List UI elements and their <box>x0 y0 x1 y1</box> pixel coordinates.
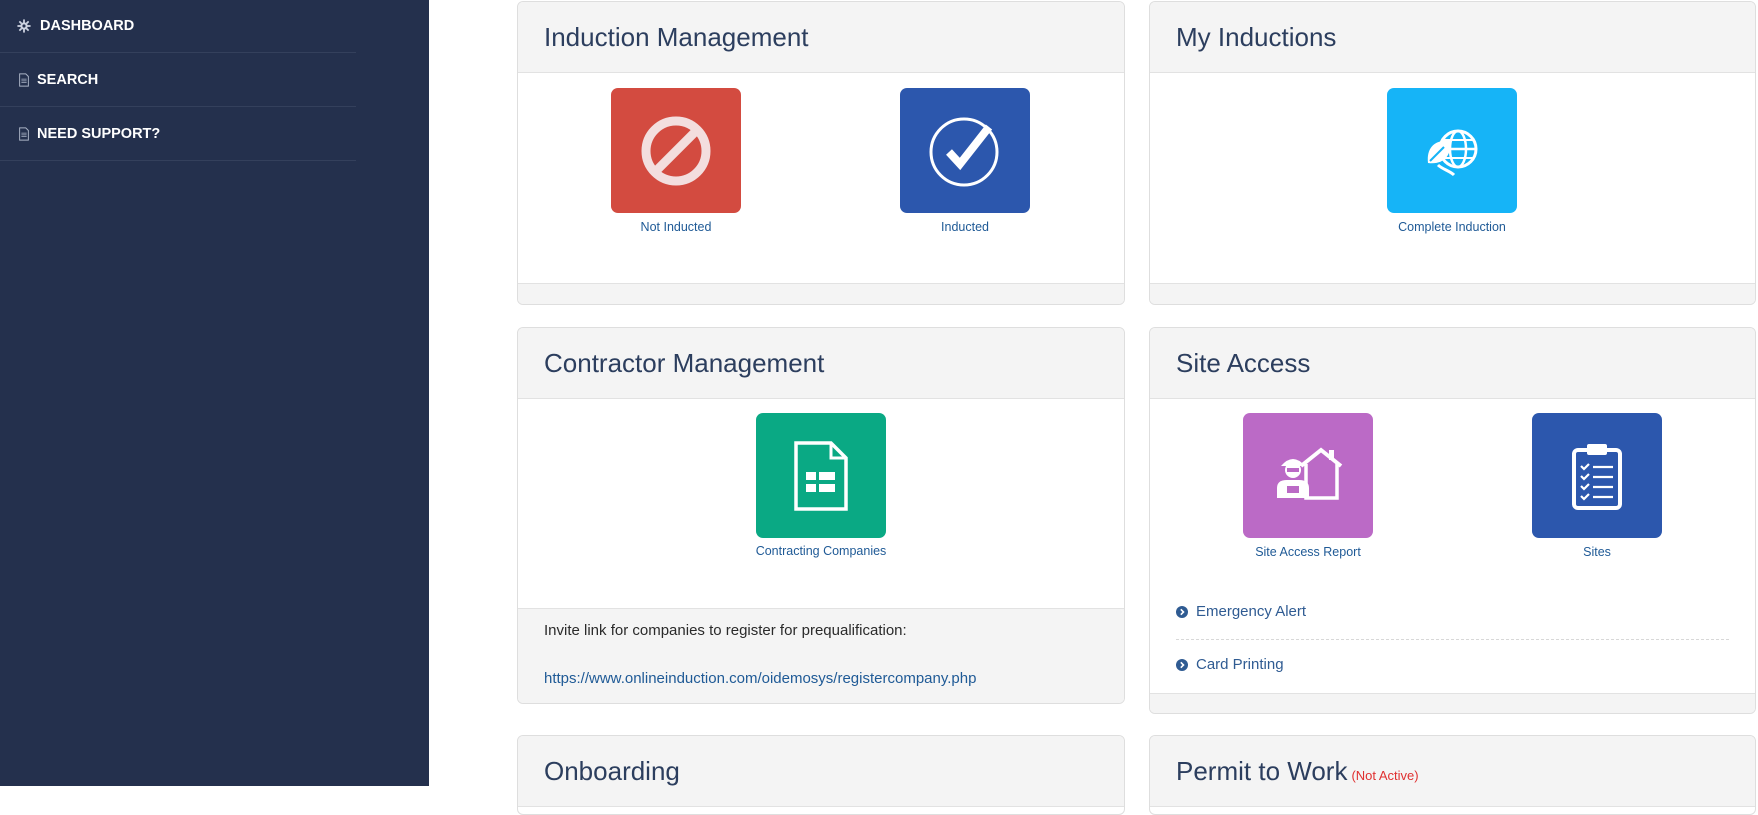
form-document-icon <box>791 440 851 512</box>
my-inductions-panel: My Inductions Complete Induction <box>1149 1 1756 305</box>
panel-header: Contractor Management <box>518 328 1124 399</box>
panel-footer: Invite link for companies to register fo… <box>518 608 1124 703</box>
clipboard-checklist-icon <box>1570 442 1624 510</box>
induction-management-panel: Induction Management Not Inducted Induct… <box>517 1 1125 305</box>
panel-footer <box>1150 283 1755 304</box>
check-circle-icon <box>928 114 1002 188</box>
chevron-right-circle-icon <box>1176 605 1188 618</box>
panel-title: Permit to Work (Not Active) <box>1176 756 1419 787</box>
card-printing-label: Card Printing <box>1196 656 1284 673</box>
divider <box>1176 639 1729 640</box>
sidebar-item-label: DASHBOARD <box>40 18 135 34</box>
panel-title: My Inductions <box>1176 22 1337 52</box>
document-icon <box>17 127 31 141</box>
not-inducted-label[interactable]: Not Inducted <box>641 220 712 234</box>
sidebar-item-label: NEED SUPPORT? <box>37 126 161 142</box>
panel-title: Site Access <box>1176 348 1311 378</box>
site-access-report-tile[interactable] <box>1243 413 1373 538</box>
contractor-management-panel: Contractor Management Contracting Compan… <box>517 327 1125 704</box>
panel-footer <box>1150 693 1755 713</box>
panel-header: Site Access <box>1150 328 1755 399</box>
status-badge: (Not Active) <box>1351 768 1419 783</box>
invite-link[interactable]: https://www.onlineinduction.com/oidemosy… <box>544 670 976 687</box>
panel-footer <box>518 283 1124 304</box>
inducted-label[interactable]: Inducted <box>941 220 989 234</box>
inducted-tile[interactable] <box>900 88 1030 213</box>
site-access-report-label[interactable]: Site Access Report <box>1255 545 1361 559</box>
complete-induction-label[interactable]: Complete Induction <box>1398 220 1506 234</box>
sites-label[interactable]: Sites <box>1583 545 1611 559</box>
worker-house-icon <box>1273 446 1343 506</box>
sidebar: DASHBOARD SEARCH NEED SUPPORT? <box>0 0 429 786</box>
prohibited-icon <box>640 115 712 187</box>
sidebar-item-dashboard[interactable]: DASHBOARD <box>0 0 356 53</box>
document-icon <box>17 73 31 87</box>
not-inducted-tile[interactable] <box>611 88 741 213</box>
panel-header: Permit to Work (Not Active) <box>1150 736 1755 807</box>
onboarding-panel: Onboarding <box>517 735 1125 815</box>
site-access-panel: Site Access Site Access Report Sites Eme… <box>1149 327 1756 714</box>
gear-icon <box>17 19 31 33</box>
chevron-right-circle-icon <box>1176 658 1188 671</box>
emergency-alert-link[interactable]: Emergency Alert <box>1176 603 1306 620</box>
emergency-alert-label: Emergency Alert <box>1196 603 1307 620</box>
invite-text: Invite link for companies to register fo… <box>544 622 907 639</box>
sidebar-item-search[interactable]: SEARCH <box>0 54 356 107</box>
card-printing-link[interactable]: Card Printing <box>1176 656 1284 673</box>
sidebar-item-need-support[interactable]: NEED SUPPORT? <box>0 108 356 161</box>
globe-leaf-icon <box>1420 119 1484 183</box>
contracting-companies-tile[interactable] <box>756 413 886 538</box>
panel-title: Onboarding <box>544 756 680 786</box>
sites-tile[interactable] <box>1532 413 1662 538</box>
contracting-companies-label[interactable]: Contracting Companies <box>756 544 887 558</box>
panel-header: My Inductions <box>1150 2 1755 73</box>
complete-induction-tile[interactable] <box>1387 88 1517 213</box>
sidebar-item-label: SEARCH <box>37 72 99 88</box>
panel-title: Induction Management <box>544 22 809 52</box>
permit-to-work-panel: Permit to Work (Not Active) <box>1149 735 1756 815</box>
permit-to-work-title: Permit to Work <box>1176 756 1348 786</box>
panel-header: Induction Management <box>518 2 1124 73</box>
panel-header: Onboarding <box>518 736 1124 807</box>
panel-title: Contractor Management <box>544 348 825 378</box>
